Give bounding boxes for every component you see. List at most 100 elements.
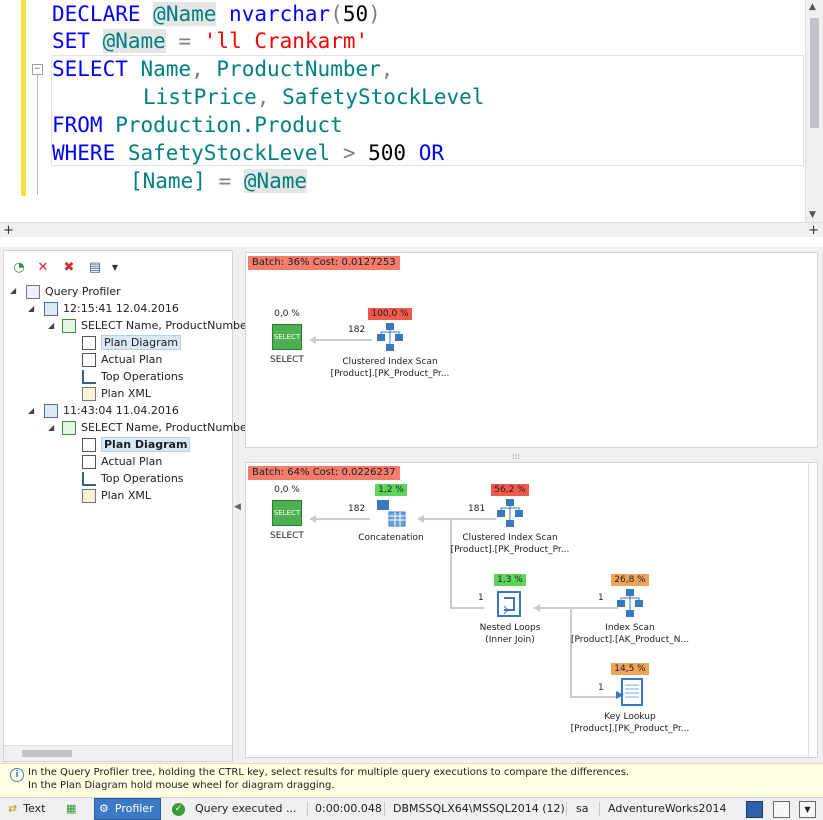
- session-icon: [44, 302, 58, 316]
- split-icon-right[interactable]: +: [808, 223, 819, 238]
- tree-item-actual-plan[interactable]: Actual Plan: [82, 453, 162, 470]
- node-object: [Product].[AK_Product_N...: [570, 635, 690, 645]
- status-separator: [384, 802, 385, 816]
- session-icon: [44, 404, 58, 418]
- status-separator: [599, 802, 600, 816]
- tree-item-top-operations[interactable]: Top Operations: [82, 368, 184, 385]
- query-status: ✓ Query executed ...: [172, 798, 297, 820]
- grid-tab-icon[interactable]: ▦: [66, 798, 76, 820]
- tree-item-actual-plan[interactable]: Actual Plan: [82, 351, 162, 368]
- scroll-down-icon[interactable]: ▼: [809, 210, 816, 220]
- tree-item-plan-xml[interactable]: Plan XML: [82, 487, 151, 504]
- delete-icon[interactable]: ✕: [34, 259, 52, 277]
- item-label: Actual Plan: [101, 455, 163, 468]
- paren-open: (: [330, 2, 343, 26]
- profiler-tab[interactable]: ⚙ Profiler: [94, 798, 161, 820]
- scroll-thumb[interactable]: [22, 750, 72, 757]
- session-time: 11:43:04 11.04.2016: [63, 404, 179, 417]
- plan-node-select[interactable]: 0,0 % SELECT SELECT: [264, 308, 310, 366]
- string-literal: 'll Crankarm': [203, 29, 369, 53]
- tree-horizontal-scrollbar[interactable]: [4, 745, 232, 761]
- column-productnumber: ProductNumber: [216, 57, 381, 81]
- plan-node-concatenation[interactable]: 1,2 % Concatenation: [356, 484, 426, 544]
- collapse-results-icon[interactable]: ▼: [799, 801, 816, 818]
- split-icon[interactable]: +: [3, 223, 14, 238]
- item-label: Top Operations: [101, 370, 184, 383]
- variable-name: @Name: [243, 169, 308, 193]
- tree-session[interactable]: 11:43:04 11.04.2016: [44, 402, 179, 419]
- fold-guide-line: [37, 75, 38, 195]
- plan-node-clustered-index-scan[interactable]: 100,0 % Clustered Index Scan [Product].[…: [328, 308, 452, 380]
- plan-node-clustered-index-scan[interactable]: 56,2 % Clustered Index Scan [Product].[P…: [448, 484, 572, 556]
- code-line-2: SET @Name = 'll Crankarm': [52, 27, 368, 55]
- item-label: Plan Diagram: [101, 437, 191, 452]
- select-operator-icon: SELECT: [272, 500, 302, 526]
- actual-plan-icon: [82, 455, 96, 469]
- actual-plan-icon: [82, 353, 96, 367]
- plan-node-index-scan[interactable]: 26,8 % Index Scan [Product].[AK_Product_…: [568, 574, 692, 646]
- tree-root-label: Query Profiler: [45, 285, 121, 298]
- cost-percent: 100,0 %: [368, 308, 412, 320]
- expand-arrow-icon[interactable]: ◢: [48, 321, 54, 330]
- paren-close: ): [368, 2, 381, 26]
- chevron-down-icon[interactable]: ▼: [106, 259, 124, 277]
- cost-percent: 1,2 %: [375, 484, 407, 496]
- layout-split-vertical-icon[interactable]: [773, 801, 790, 818]
- tree-root[interactable]: Query Profiler: [26, 283, 121, 300]
- tree-item-top-operations[interactable]: Top Operations: [82, 470, 184, 487]
- tree-query[interactable]: SELECT Name, ProductNumbe: [62, 419, 247, 436]
- node-label: Clustered Index Scan: [342, 357, 438, 367]
- arrow-icon: [533, 604, 540, 612]
- plan-vertical-scrollbar[interactable]: [808, 463, 817, 757]
- tree-session[interactable]: 12:15:41 12.04.2016: [44, 300, 179, 317]
- pane-resize-grip-icon[interactable]: ⁞⁞⁞: [512, 452, 520, 461]
- plan-diagram-batch-1[interactable]: Batch: 36% Cost: 0.0127253 0,0 % SELECT …: [245, 252, 818, 448]
- column-safetystocklevel: SafetyStockLevel: [282, 85, 485, 109]
- editor-vertical-scrollbar[interactable]: ▲ ▼: [805, 0, 823, 222]
- expand-arrow-icon[interactable]: ◢: [28, 406, 34, 415]
- profiler-icon: ⚙: [99, 802, 109, 815]
- expand-arrow-icon[interactable]: ◢: [10, 286, 16, 295]
- change-marker-bar: [21, 0, 26, 196]
- plan-node-select[interactable]: 0,0 % SELECT SELECT: [264, 484, 310, 542]
- keyword-from: FROM: [52, 113, 103, 137]
- item-label: Actual Plan: [101, 353, 163, 366]
- code-line-6: WHERE SafetyStockLevel > 500 OR: [52, 139, 444, 167]
- tree-query[interactable]: SELECT Name, ProductNumbe: [62, 317, 247, 334]
- tree-item-plan-xml[interactable]: Plan XML: [82, 385, 151, 402]
- query-label: SELECT Name, ProductNumbe: [81, 421, 247, 434]
- scroll-thumb[interactable]: [810, 18, 819, 128]
- sql-icon: [62, 319, 76, 333]
- code-line-5: FROM Production.Product: [52, 111, 343, 139]
- code-line-4: ListPrice, SafetyStockLevel: [143, 83, 484, 111]
- delete-all-icon[interactable]: ✖: [60, 259, 78, 277]
- scroll-up-icon[interactable]: ▲: [809, 2, 816, 12]
- bar-chart-icon: [82, 370, 96, 384]
- sql-editor[interactable]: − DECLARE @Name nvarchar(50) SET @Name =…: [0, 0, 823, 238]
- session-time: 12:15:41 12.04.2016: [63, 302, 179, 315]
- fold-toggle[interactable]: −: [32, 64, 43, 75]
- keyword-where: WHERE: [52, 141, 116, 165]
- export-icon[interactable]: ▤: [86, 259, 104, 277]
- tree-item-plan-diagram[interactable]: Plan Diagram: [82, 334, 182, 351]
- status-separator: [307, 802, 308, 816]
- expand-arrow-icon[interactable]: ◢: [48, 423, 54, 432]
- tree-item-plan-diagram[interactable]: Plan Diagram: [82, 436, 191, 453]
- plan-diagram-icon: [82, 336, 96, 350]
- index-scan-icon: [614, 588, 646, 620]
- plan-diagram-batch-2[interactable]: Batch: 64% Cost: 0.0226237 0,0 % SELECT …: [245, 462, 818, 758]
- query-duration: 0:00:00.048: [315, 802, 382, 815]
- batch-header: Batch: 64% Cost: 0.0226237: [248, 466, 400, 480]
- node-label: Index Scan: [605, 623, 655, 633]
- cost-percent: 26,8 %: [611, 574, 649, 586]
- refresh-icon[interactable]: ◔: [10, 259, 28, 277]
- node-object: [Product].[PK_Product_Pr...: [570, 724, 690, 734]
- plan-node-key-lookup[interactable]: 14,5 % Key Lookup [Product].[PK_Product_…: [568, 663, 692, 735]
- editor-splitter[interactable]: + +: [0, 222, 823, 238]
- item-label: Plan XML: [101, 489, 152, 502]
- expand-arrow-icon[interactable]: ◢: [28, 304, 34, 313]
- collapse-panel-icon[interactable]: ◀: [234, 502, 241, 512]
- table-production-product: Production.Product: [115, 113, 343, 137]
- text-tab[interactable]: ⇄ Text: [8, 798, 45, 820]
- layout-split-horizontal-icon[interactable]: [746, 801, 763, 818]
